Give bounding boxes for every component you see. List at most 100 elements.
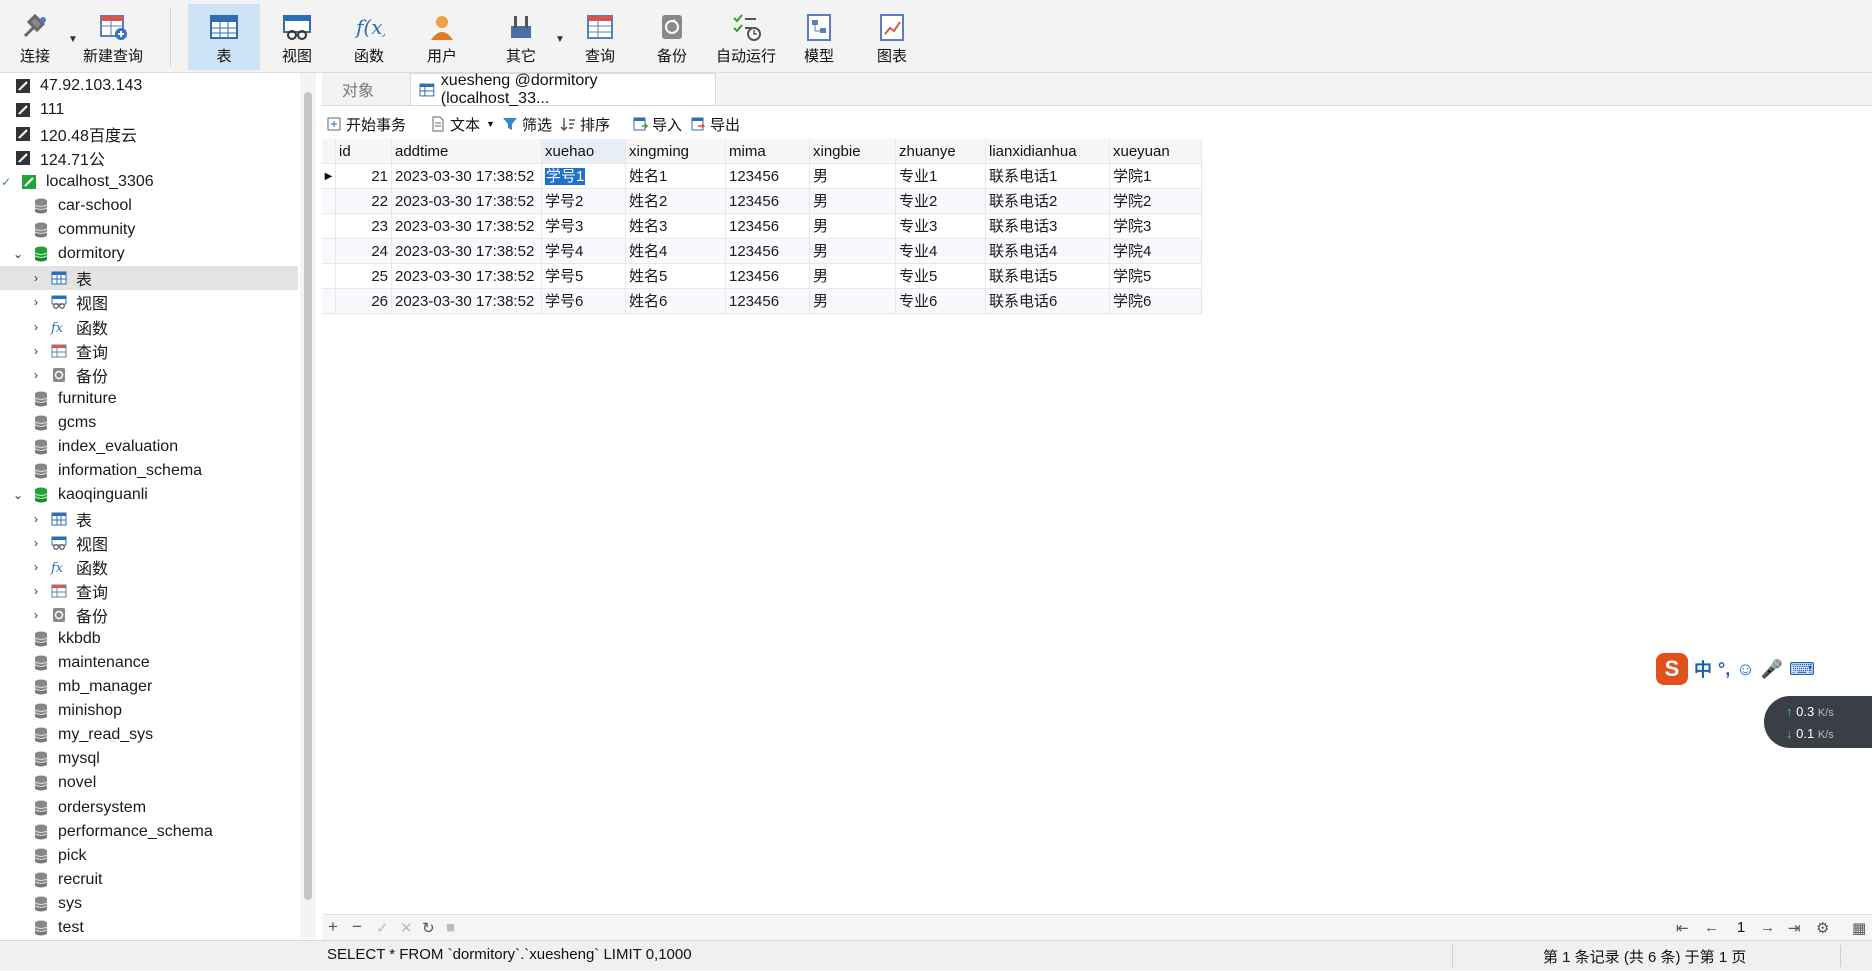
- table-cell[interactable]: 2023-03-30 17:38:52: [392, 264, 542, 289]
- tree-item[interactable]: ⌄ kaoqinguanli: [0, 483, 298, 507]
- tree-item[interactable]: ✓ localhost_3306: [0, 170, 296, 194]
- tree-item[interactable]: sys: [0, 892, 298, 916]
- new-query-button[interactable]: 新建查询: [78, 4, 148, 70]
- table-cell[interactable]: 学院3: [1110, 214, 1202, 239]
- delete-row-icon[interactable]: −: [352, 917, 362, 937]
- tree-item[interactable]: › fx 函数: [0, 555, 298, 579]
- table-cell[interactable]: 2023-03-30 17:38:52: [392, 289, 542, 314]
- table-cell[interactable]: 123456: [726, 164, 810, 189]
- tree-item[interactable]: information_schema: [0, 459, 298, 483]
- table-cell[interactable]: 学院2: [1110, 189, 1202, 214]
- table-cell[interactable]: 123456: [726, 264, 810, 289]
- table-cell[interactable]: 2023-03-30 17:38:52: [392, 239, 542, 264]
- tree-item[interactable]: furniture: [0, 387, 298, 411]
- tree-item[interactable]: kkbdb: [0, 627, 298, 651]
- table-cell[interactable]: 23: [336, 214, 392, 239]
- row-marker[interactable]: [322, 214, 336, 239]
- tree-item[interactable]: test: [0, 916, 298, 939]
- tree-item[interactable]: community: [0, 218, 298, 242]
- table-cell[interactable]: 联系电话2: [986, 189, 1110, 214]
- column-header[interactable]: xueyuan: [1110, 139, 1202, 164]
- table-cell[interactable]: 姓名3: [626, 214, 726, 239]
- table-cell[interactable]: 联系电话5: [986, 264, 1110, 289]
- tree-item[interactable]: mb_manager: [0, 675, 298, 699]
- backup-button[interactable]: 备份: [637, 4, 707, 70]
- chevron-right-icon[interactable]: ›: [30, 512, 42, 526]
- table-row[interactable]: ▶ 21 2023-03-30 17:38:52 学号1 姓名1 123456 男专业1 联系…: [322, 164, 1202, 189]
- row-marker[interactable]: [322, 264, 336, 289]
- column-header[interactable]: mima: [726, 139, 810, 164]
- ime-toolbar[interactable]: S 中 °, ☺ 🎤 ⌨: [1656, 652, 1815, 686]
- other-button[interactable]: 其它: [486, 4, 556, 70]
- row-marker[interactable]: [322, 289, 336, 314]
- punctuation-icon[interactable]: °,: [1718, 659, 1730, 680]
- table-cell[interactable]: 22: [336, 189, 392, 214]
- text-button[interactable]: 文本 ▼: [430, 112, 495, 136]
- table-cell[interactable]: 26: [336, 289, 392, 314]
- column-header[interactable]: addtime: [392, 139, 542, 164]
- table-cell[interactable]: 学院6: [1110, 289, 1202, 314]
- tree-item[interactable]: › 表: [0, 507, 298, 531]
- import-button[interactable]: 导入: [632, 112, 682, 136]
- table-cell[interactable]: 专业4: [896, 239, 986, 264]
- refresh-icon[interactable]: ↻: [422, 919, 435, 937]
- chevron-down-icon[interactable]: ⌄: [12, 247, 24, 261]
- tree-item[interactable]: mysql: [0, 747, 298, 771]
- tree-item[interactable]: minishop: [0, 699, 298, 723]
- table-button[interactable]: 表: [188, 4, 260, 70]
- table-cell[interactable]: 学院4: [1110, 239, 1202, 264]
- table-cell[interactable]: 学号3: [542, 214, 626, 239]
- table-cell[interactable]: 姓名2: [626, 189, 726, 214]
- grid-view-icon[interactable]: ▦: [1852, 919, 1866, 937]
- table-cell[interactable]: 123456: [726, 189, 810, 214]
- table-cell[interactable]: 姓名4: [626, 239, 726, 264]
- current-row-marker-icon[interactable]: ▶: [322, 164, 336, 189]
- chevron-right-icon[interactable]: ›: [30, 295, 42, 309]
- table-cell[interactable]: 专业6: [896, 289, 986, 314]
- chevron-right-icon[interactable]: ›: [30, 344, 42, 358]
- connected-check-icon[interactable]: ✓: [0, 175, 12, 189]
- last-page-icon[interactable]: ⇥: [1788, 919, 1801, 937]
- first-page-icon[interactable]: ⇤: [1676, 919, 1689, 937]
- row-marker[interactable]: [322, 189, 336, 214]
- selected-cell-text[interactable]: 学号1: [545, 168, 586, 185]
- tree-item[interactable]: › 表: [0, 266, 298, 290]
- chevron-right-icon[interactable]: ›: [30, 584, 42, 598]
- table-cell[interactable]: 学号2: [542, 189, 626, 214]
- tree-item[interactable]: pick: [0, 844, 298, 868]
- table-cell[interactable]: 男: [810, 189, 896, 214]
- tree-item[interactable]: 120.48百度云: [0, 122, 298, 146]
- table-row[interactable]: 24 2023-03-30 17:38:52 学号4 姓名4 123456 男专业4 联系电…: [322, 239, 1202, 264]
- gear-icon[interactable]: ⚙: [1816, 919, 1829, 937]
- tree-scrollbar-thumb[interactable]: [304, 92, 312, 900]
- connect-button[interactable]: 连接: [0, 4, 70, 70]
- table-cell[interactable]: 联系电话4: [986, 239, 1110, 264]
- row-marker[interactable]: [322, 239, 336, 264]
- tree-item[interactable]: 124.71公: [0, 146, 298, 170]
- other-dropdown-icon[interactable]: ▼: [555, 34, 565, 45]
- table-cell[interactable]: 姓名1: [626, 164, 726, 189]
- table-cell[interactable]: 学号6: [542, 289, 626, 314]
- tree-item[interactable]: › fx 函数: [0, 315, 298, 339]
- column-header[interactable]: lianxidianhua: [986, 139, 1110, 164]
- table-cell[interactable]: 联系电话6: [986, 289, 1110, 314]
- chevron-right-icon[interactable]: ›: [30, 320, 42, 334]
- table-cell[interactable]: 男: [810, 289, 896, 314]
- chevron-down-icon[interactable]: ⌄: [12, 488, 24, 502]
- column-header[interactable]: xingbie: [810, 139, 896, 164]
- table-cell[interactable]: 2023-03-30 17:38:52: [392, 164, 542, 189]
- emoji-icon[interactable]: ☺: [1736, 659, 1754, 680]
- table-cell[interactable]: 学号1: [542, 164, 626, 189]
- tree-item[interactable]: ordersystem: [0, 796, 298, 820]
- table-cell[interactable]: 25: [336, 264, 392, 289]
- stop-icon[interactable]: ■: [446, 919, 455, 936]
- function-button[interactable]: f(x) 函数: [334, 4, 404, 70]
- table-cell[interactable]: 123456: [726, 214, 810, 239]
- table-cell[interactable]: 学号5: [542, 264, 626, 289]
- table-cell[interactable]: 男: [810, 214, 896, 239]
- tab-xuesheng[interactable]: xuesheng @dormitory (localhost_33...: [410, 72, 716, 107]
- ime-language[interactable]: 中: [1694, 656, 1712, 682]
- table-cell[interactable]: 学号4: [542, 239, 626, 264]
- table-cell[interactable]: 专业3: [896, 214, 986, 239]
- column-header[interactable]: zhuanye: [896, 139, 986, 164]
